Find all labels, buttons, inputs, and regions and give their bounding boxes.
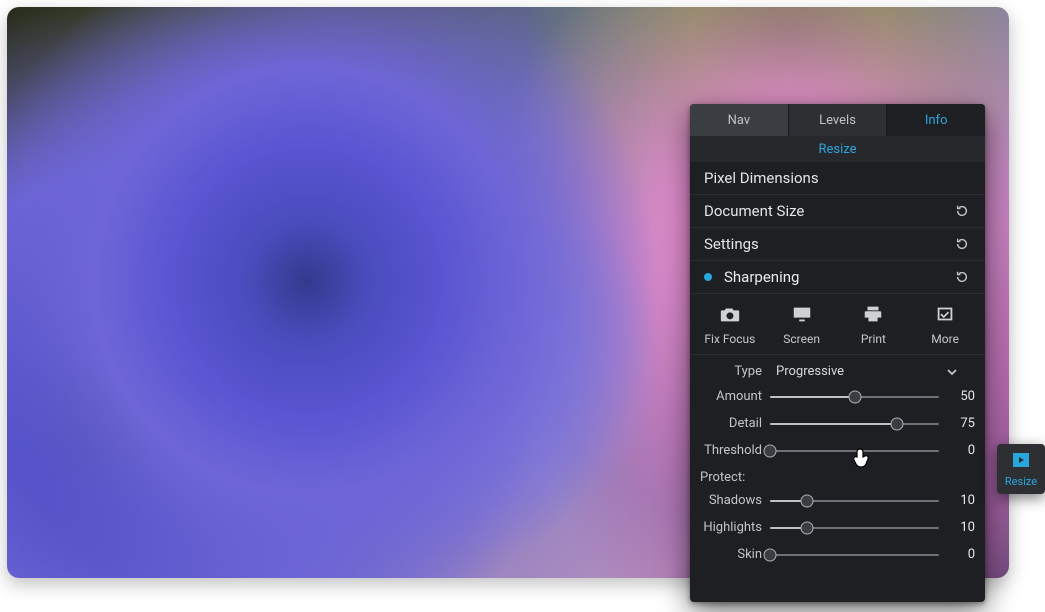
panel-subheader-resize[interactable]: Resize	[690, 136, 985, 162]
chevron-down-icon	[947, 366, 957, 376]
floating-label: Resize	[1005, 475, 1037, 488]
section-document-size[interactable]: Document Size	[690, 195, 985, 228]
reset-icon[interactable]	[953, 268, 971, 286]
reset-icon[interactable]	[953, 202, 971, 220]
slider-value: 75	[939, 416, 975, 431]
section-title: Document Size	[704, 202, 953, 220]
slider-label: Skin	[690, 547, 770, 562]
slider-amount[interactable]	[770, 390, 939, 404]
preset-label: Fix Focus	[704, 332, 755, 346]
preset-label: Screen	[783, 332, 820, 346]
slider-threshold[interactable]	[770, 444, 939, 458]
slider-shadows-row: Shadows 10	[690, 487, 985, 514]
protect-label: Protect:	[690, 464, 985, 487]
slider-highlights[interactable]	[770, 521, 939, 535]
type-value: Progressive	[776, 364, 844, 379]
slider-shadows[interactable]	[770, 494, 939, 508]
slider-label: Shadows	[690, 493, 770, 508]
section-title: Settings	[704, 235, 953, 253]
slider-label: Threshold	[690, 443, 770, 458]
section-title: Pixel Dimensions	[704, 169, 971, 187]
monitor-icon	[791, 304, 813, 327]
preset-label: More	[931, 332, 959, 346]
preset-fix-focus[interactable]: Fix Focus	[697, 304, 763, 346]
type-label: Type	[690, 364, 770, 379]
section-title: Sharpening	[724, 268, 953, 286]
type-select[interactable]: Progressive	[770, 361, 975, 381]
slider-detail-row: Detail 75	[690, 410, 985, 437]
reset-icon[interactable]	[953, 235, 971, 253]
slider-skin[interactable]	[770, 548, 939, 562]
floating-resize-button[interactable]: Resize	[997, 444, 1045, 494]
slider-amount-row: Amount 50	[690, 383, 985, 410]
preset-label: Print	[861, 332, 886, 346]
tab-nav[interactable]: Nav	[690, 104, 788, 136]
sharpening-preset-row: Fix Focus Screen Print More	[690, 294, 985, 355]
active-dot-icon	[704, 273, 712, 281]
slider-skin-row: Skin 0	[690, 541, 985, 568]
checkbox-icon	[934, 304, 956, 327]
resize-icon	[1011, 451, 1031, 472]
panel-tabs: Nav Levels Info	[690, 104, 985, 136]
slider-highlights-row: Highlights 10	[690, 514, 985, 541]
slider-detail[interactable]	[770, 417, 939, 431]
slider-value: 10	[939, 520, 975, 535]
section-pixel-dimensions[interactable]: Pixel Dimensions	[690, 162, 985, 195]
info-panel: Nav Levels Info Resize Pixel Dimensions …	[690, 104, 985, 602]
camera-icon	[719, 304, 741, 327]
slider-threshold-row: Threshold 0	[690, 437, 985, 464]
type-row: Type Progressive	[690, 355, 985, 383]
preset-screen[interactable]: Screen	[769, 304, 835, 346]
slider-value: 0	[939, 443, 975, 458]
preset-print[interactable]: Print	[840, 304, 906, 346]
slider-value: 0	[939, 547, 975, 562]
slider-value: 50	[939, 389, 975, 404]
tab-info[interactable]: Info	[886, 104, 985, 136]
slider-value: 10	[939, 493, 975, 508]
slider-label: Highlights	[690, 520, 770, 535]
tab-levels[interactable]: Levels	[788, 104, 887, 136]
preset-more[interactable]: More	[912, 304, 978, 346]
section-sharpening[interactable]: Sharpening	[690, 261, 985, 294]
section-settings[interactable]: Settings	[690, 228, 985, 261]
slider-label: Detail	[690, 416, 770, 431]
printer-icon	[862, 304, 884, 327]
slider-label: Amount	[690, 389, 770, 404]
